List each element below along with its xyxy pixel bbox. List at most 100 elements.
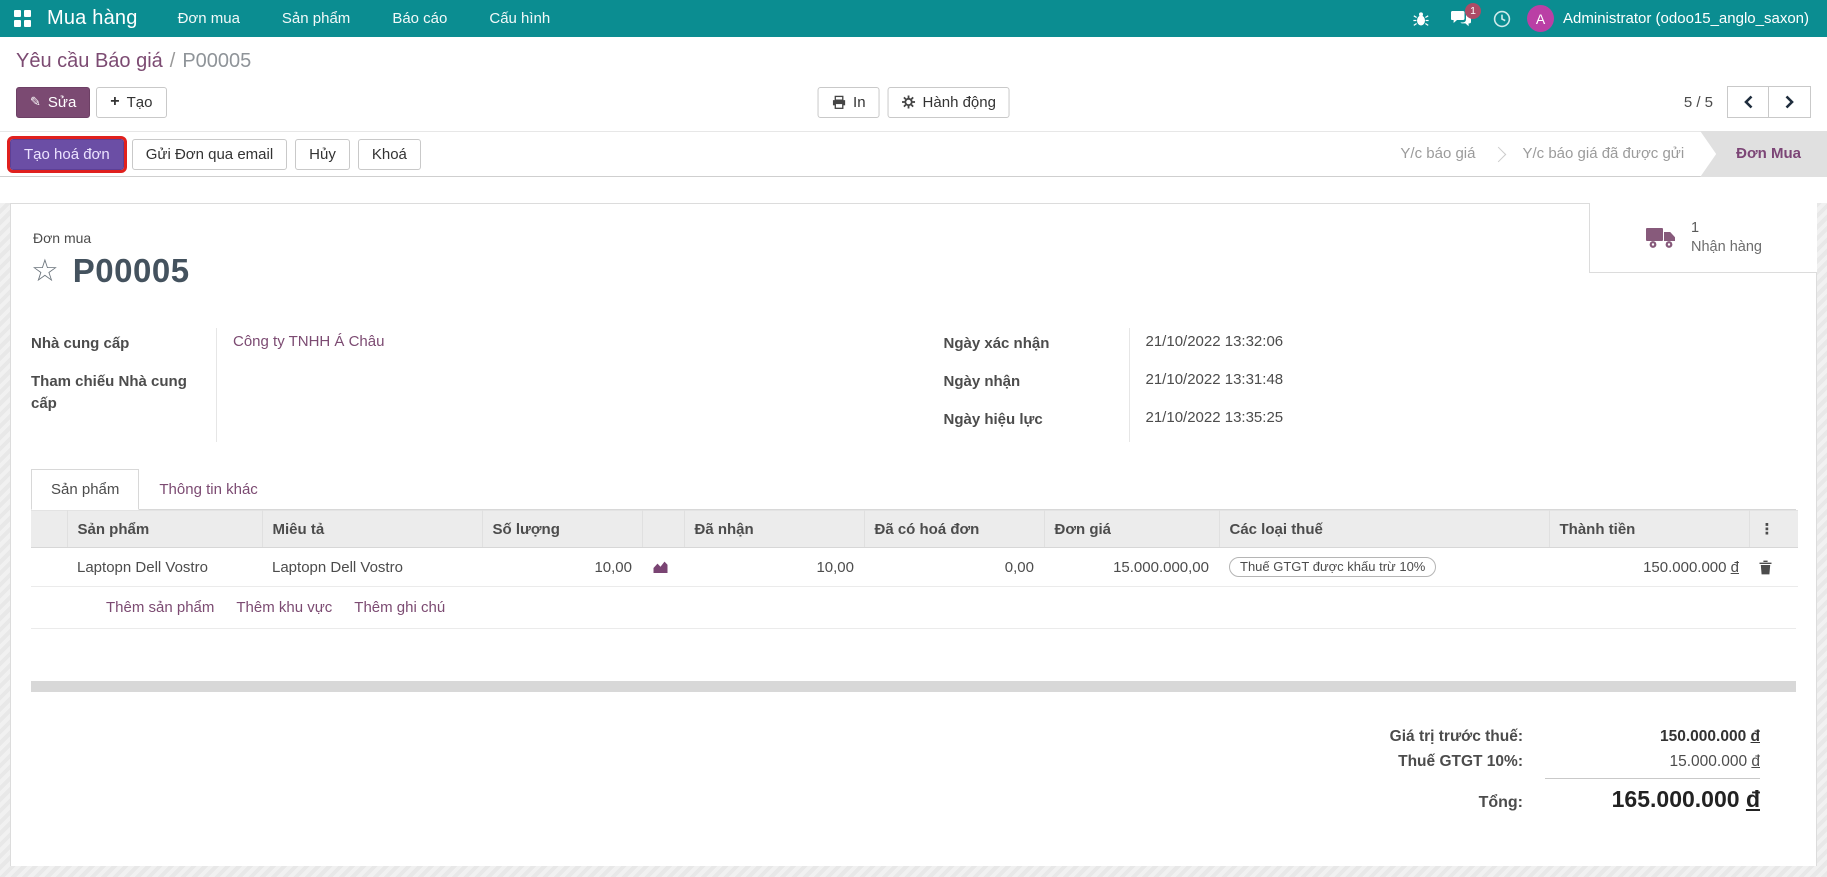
document-type-label: Đơn mua	[33, 230, 1796, 246]
top-navbar: Mua hàng Đơn mua Sản phẩm Báo cáo Cấu hì…	[0, 0, 1827, 37]
forecast-column-header	[642, 511, 684, 548]
nav-item-bao-cao[interactable]: Báo cáo	[392, 10, 447, 27]
tax-tag[interactable]: Thuế GTGT được khấu trừ 10%	[1229, 557, 1436, 577]
tax-amount-value: 15.000.000 đ	[1545, 753, 1760, 771]
forecast-chart-icon[interactable]	[642, 548, 684, 587]
row-quantity-cell[interactable]: 10,00	[482, 548, 642, 587]
row-handle-cell	[31, 548, 67, 587]
row-taxes-cell[interactable]: Thuế GTGT được khấu trừ 10%	[1219, 548, 1549, 587]
app-name[interactable]: Mua hàng	[47, 7, 138, 30]
delete-row-button[interactable]	[1749, 548, 1798, 587]
totals-summary: Giá trị trước thuế: 150.000.000 đ Thuế G…	[1330, 728, 1760, 813]
billed-column-header[interactable]: Đã có hoá đơn	[864, 511, 1044, 548]
order-lines-table: Sản phẩm Miêu tả Số lượng Đã nhận Đã có …	[31, 510, 1798, 587]
total-value: 165.000.000 đ	[1545, 778, 1760, 813]
untaxed-amount-label: Giá trị trước thuế:	[1330, 728, 1545, 746]
notebook-tabs: Sản phẩm Thông tin khác	[31, 468, 1796, 510]
horizontal-scrollbar[interactable]	[31, 681, 1796, 692]
untaxed-amount-value: 150.000.000 đ	[1545, 728, 1760, 746]
effective-date-field-label: Ngày hiệu lực	[944, 409, 1055, 431]
action-button[interactable]: Hành động	[888, 87, 1010, 118]
tab-products[interactable]: Sản phẩm	[31, 469, 139, 510]
left-field-group: Nhà cung cấp Tham chiếu Nhà cung cấp Côn…	[31, 328, 884, 442]
messages-count-badge: 1	[1465, 3, 1481, 19]
vendor-reference-field-label: Tham chiếu Nhà cung cấp	[31, 371, 216, 415]
breadcrumb: Yêu cầu Báo giá/P00005	[16, 50, 1811, 73]
avatar: A	[1527, 5, 1554, 32]
nav-item-don-mua[interactable]: Đơn mua	[178, 10, 240, 27]
pager-next-button[interactable]	[1769, 86, 1811, 118]
print-button-label: In	[853, 94, 866, 111]
order-line-row[interactable]: Laptopn Dell Vostro Laptopn Dell Vostro …	[31, 548, 1798, 587]
edit-button-label: Sửa	[48, 94, 76, 111]
tax-amount-label: Thuế GTGT 10%:	[1330, 753, 1545, 771]
cancel-button[interactable]: Hủy	[295, 139, 350, 170]
subtotal-currency: đ	[1731, 559, 1739, 576]
nav-item-cau-hinh[interactable]: Cấu hình	[489, 10, 550, 27]
optional-columns-icon[interactable]: ⋮	[1749, 511, 1798, 548]
receipt-count: 1	[1691, 219, 1762, 238]
chevron-right-icon	[1785, 95, 1794, 109]
create-button-label: Tạo	[127, 94, 153, 111]
description-column-header[interactable]: Miêu tả	[262, 511, 482, 548]
status-stages: Y/c báo giá Y/c báo giá đã được gửi Đơn …	[1384, 132, 1827, 176]
subtotal-amount: 150.000.000	[1643, 559, 1726, 576]
vendor-field-label: Nhà cung cấp	[31, 333, 141, 355]
confirm-date-value[interactable]: 21/10/2022 13:32:06	[1130, 333, 1284, 350]
receipt-stat-button[interactable]: 1 Nhận hàng	[1589, 203, 1817, 273]
receipt-date-field-label: Ngày nhận	[944, 371, 1033, 393]
row-product-cell[interactable]: Laptopn Dell Vostro	[67, 548, 262, 587]
messages-icon[interactable]: 1	[1451, 10, 1471, 27]
breadcrumb-parent-link[interactable]: Yêu cầu Báo giá	[16, 50, 163, 72]
main-menu: Đơn mua Sản phẩm Báo cáo Cấu hình	[178, 10, 551, 27]
row-unit-price-cell[interactable]: 15.000.000,00	[1044, 548, 1219, 587]
form-content: 1 Nhận hàng Đơn mua ☆ P00005 Nhà cung cấ…	[0, 203, 1827, 877]
add-section-link[interactable]: Thêm khu vực	[236, 599, 332, 616]
tab-other-info[interactable]: Thông tin khác	[139, 469, 277, 510]
lock-button[interactable]: Khoá	[358, 139, 421, 170]
vendor-value-link[interactable]: Công ty TNHH Á Châu	[217, 333, 384, 350]
subtotal-column-header[interactable]: Thành tiền	[1549, 511, 1749, 548]
apps-menu-icon[interactable]	[14, 10, 31, 27]
stage-rfq[interactable]: Y/c báo giá	[1384, 131, 1491, 177]
table-header-row: Sản phẩm Miêu tả Số lượng Đã nhận Đã có …	[31, 511, 1798, 548]
add-product-link[interactable]: Thêm sản phẩm	[106, 599, 214, 616]
right-field-group: Ngày xác nhận Ngày nhận Ngày hiệu lực 21…	[944, 328, 1797, 442]
row-billed-cell[interactable]: 0,00	[864, 548, 1044, 587]
control-panel: Yêu cầu Báo giá/P00005 ✎ Sửa + Tạo In Hà…	[0, 37, 1827, 131]
received-column-header[interactable]: Đã nhận	[684, 511, 864, 548]
pager-previous-button[interactable]	[1727, 86, 1769, 118]
debug-bug-icon[interactable]	[1413, 11, 1429, 27]
gear-icon	[902, 95, 916, 109]
edit-button[interactable]: ✎ Sửa	[16, 87, 90, 118]
row-subtotal-cell: 150.000.000 đ	[1549, 548, 1749, 587]
field-groups: Nhà cung cấp Tham chiếu Nhà cung cấp Côn…	[31, 328, 1796, 442]
effective-date-value[interactable]: 21/10/2022 13:35:25	[1130, 409, 1284, 426]
add-note-link[interactable]: Thêm ghi chú	[354, 599, 445, 616]
user-menu[interactable]: A Administrator (odoo15_anglo_saxon)	[1527, 5, 1809, 32]
breadcrumb-current: P00005	[182, 50, 251, 72]
stage-purchase-order-active[interactable]: Đơn Mua	[1700, 131, 1827, 177]
handle-column-header	[31, 511, 67, 548]
quantity-column-header[interactable]: Số lượng	[482, 511, 642, 548]
activities-clock-icon[interactable]	[1493, 10, 1511, 28]
create-invoice-button[interactable]: Tạo hoá đơn	[10, 139, 124, 170]
create-button[interactable]: + Tạo	[96, 87, 166, 118]
stage-rfq-sent[interactable]: Y/c báo giá đã được gửi	[1506, 131, 1700, 177]
unit-price-column-header[interactable]: Đơn giá	[1044, 511, 1219, 548]
row-description-cell[interactable]: Laptopn Dell Vostro	[262, 548, 482, 587]
printer-icon	[831, 95, 846, 110]
row-received-cell[interactable]: 10,00	[684, 548, 864, 587]
receipt-date-value[interactable]: 21/10/2022 13:31:48	[1130, 371, 1284, 388]
print-button[interactable]: In	[817, 87, 880, 118]
chevron-left-icon	[1744, 95, 1753, 109]
document-name: P00005	[73, 252, 190, 290]
nav-item-san-pham[interactable]: Sản phẩm	[282, 10, 350, 27]
product-column-header[interactable]: Sản phẩm	[67, 511, 262, 548]
taxes-column-header[interactable]: Các loại thuế	[1219, 511, 1549, 548]
confirm-date-field-label: Ngày xác nhận	[944, 333, 1062, 355]
send-by-email-button[interactable]: Gửi Đơn qua email	[132, 139, 287, 170]
user-name: Administrator (odoo15_anglo_saxon)	[1563, 10, 1809, 27]
favorite-star-icon[interactable]: ☆	[31, 256, 59, 287]
form-sheet: Đơn mua ☆ P00005 Nhà cung cấp Tham chiếu…	[10, 203, 1817, 866]
